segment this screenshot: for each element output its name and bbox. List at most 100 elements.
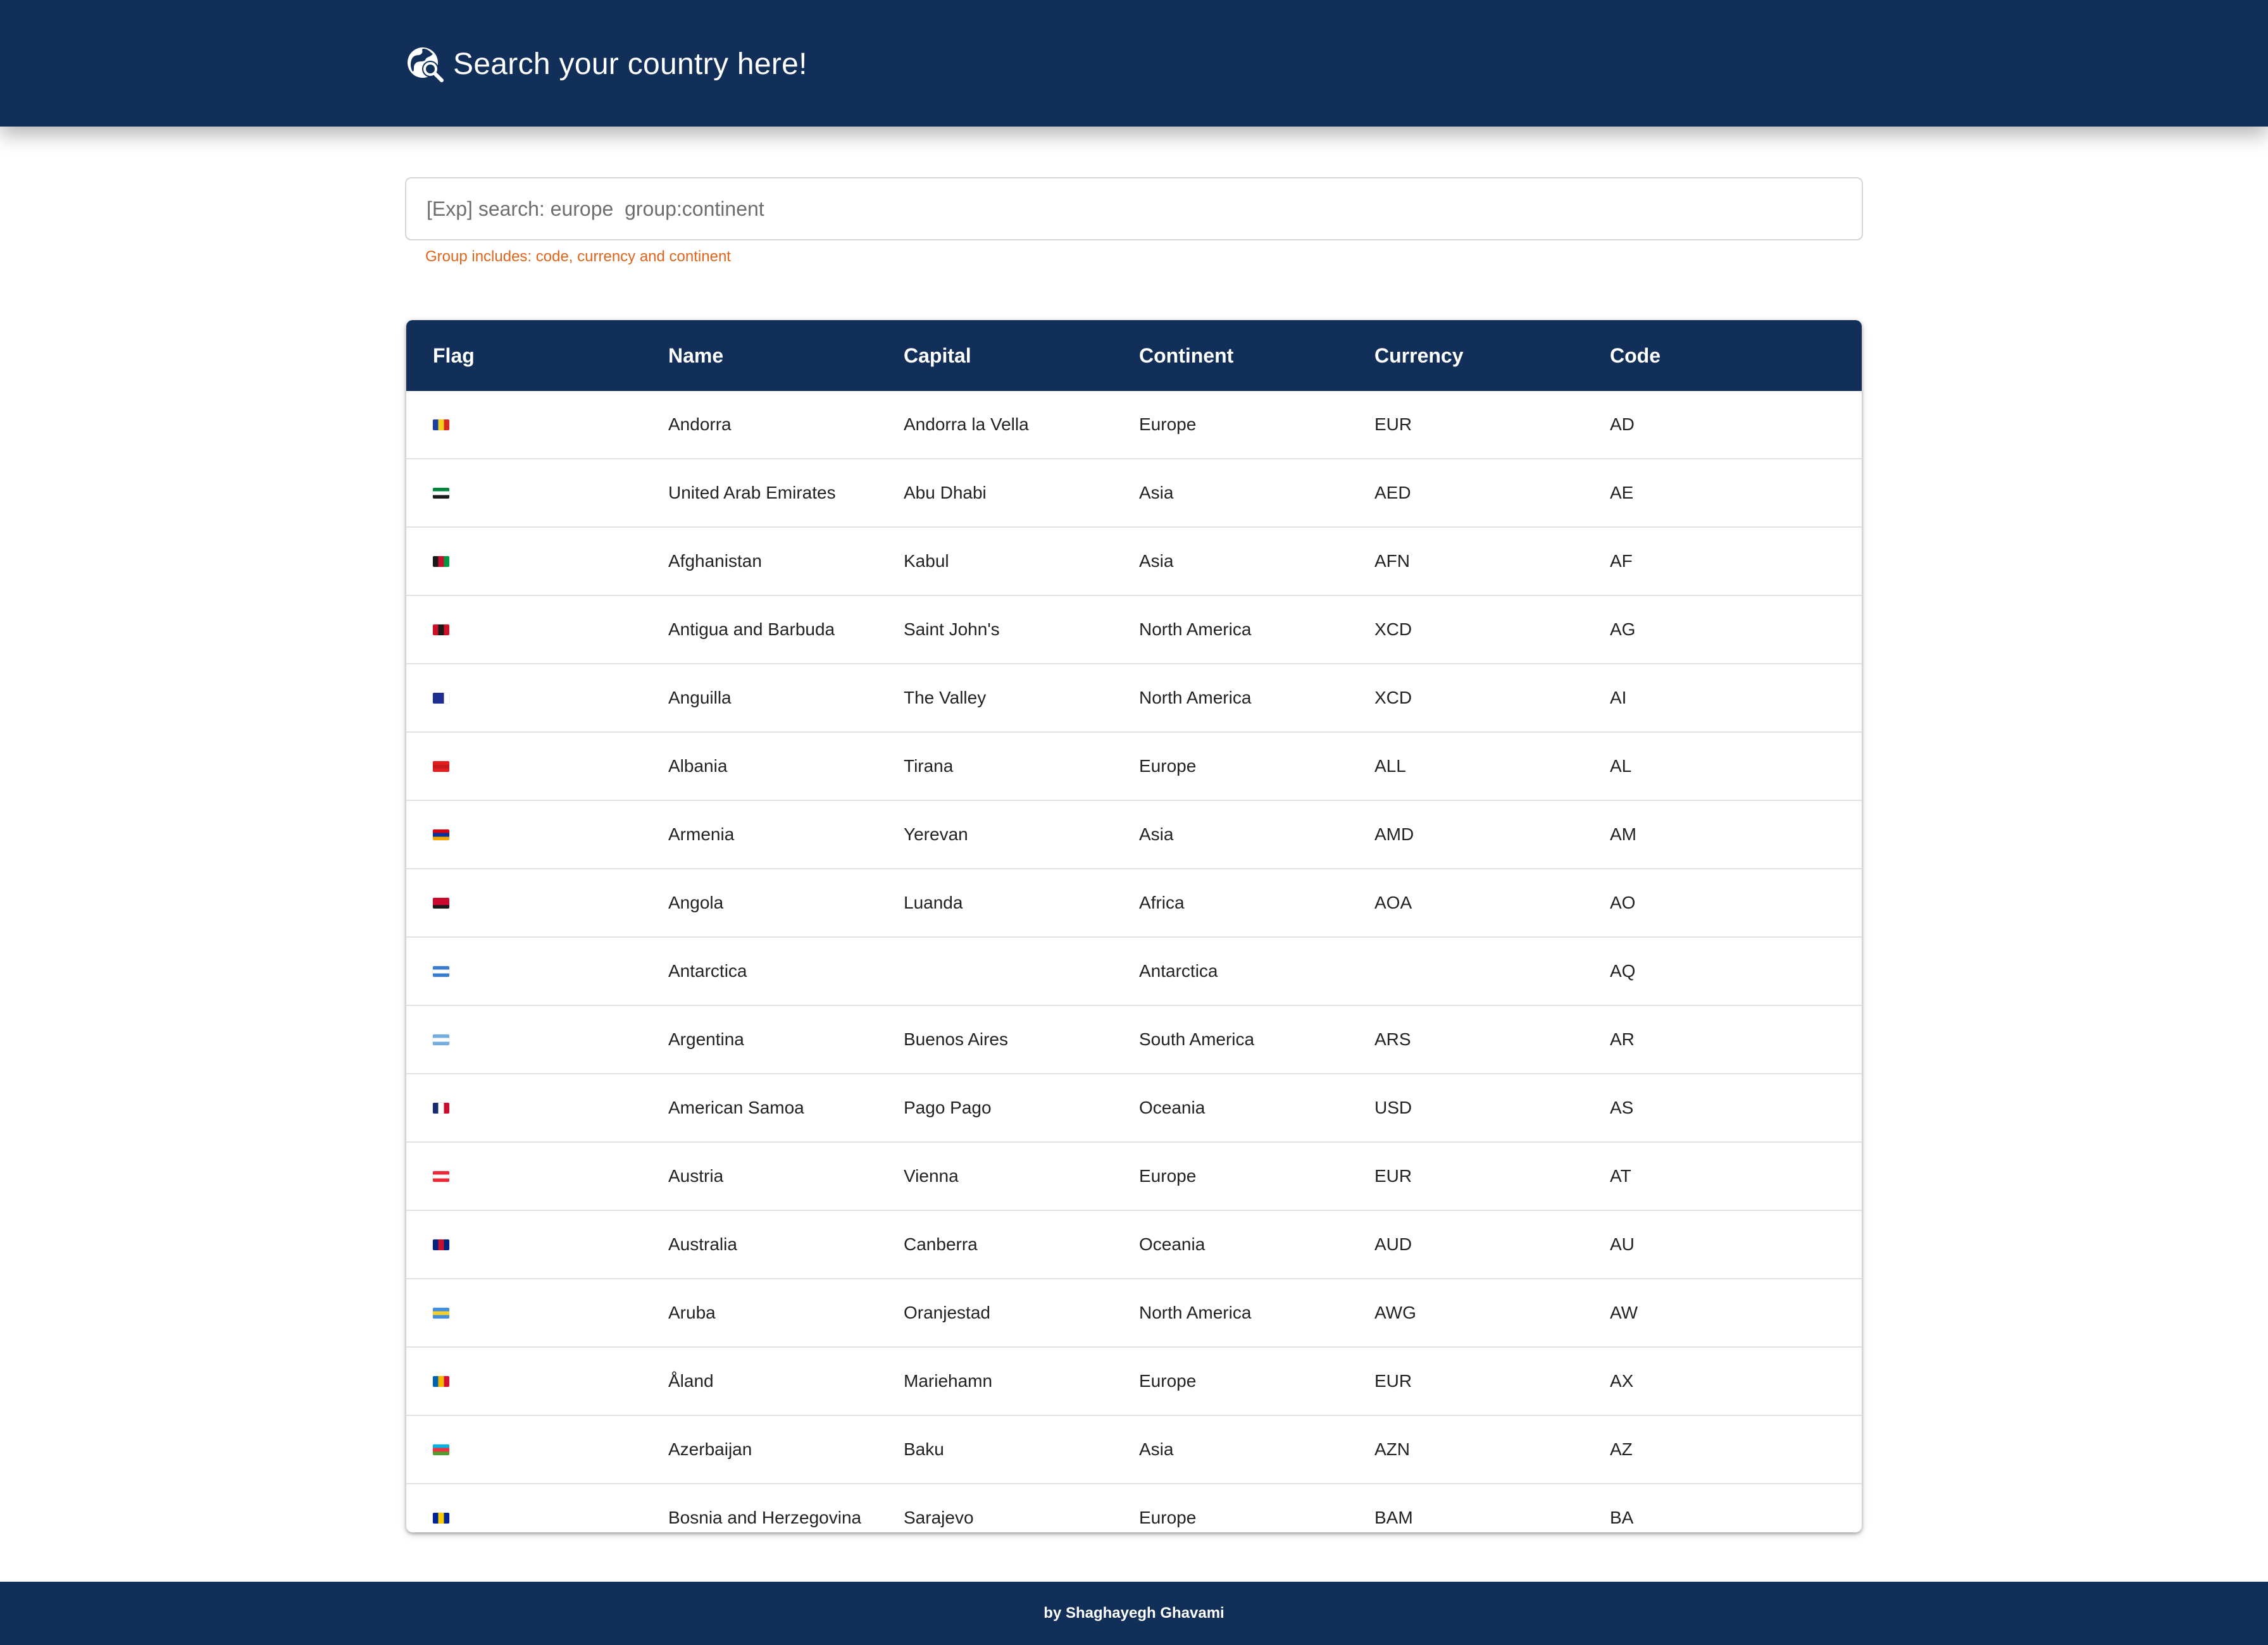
cell-name: Armenia	[668, 824, 735, 844]
table-row[interactable]: American Samoa Pago Pago Oceania USD AS	[406, 1074, 1862, 1143]
cell-capital: Buenos Aires	[904, 1029, 1008, 1049]
cell-code: AX	[1610, 1371, 1634, 1391]
cell-continent: South America	[1139, 1029, 1255, 1049]
cell-continent: Oceania	[1139, 1234, 1206, 1254]
flag-icon	[433, 1239, 449, 1250]
cell-currency: AZN	[1374, 1439, 1410, 1459]
cell-flag	[433, 528, 449, 595]
table-row[interactable]: Åland Mariehamn Europe EUR AX	[406, 1348, 1862, 1416]
flag-icon	[433, 419, 449, 430]
cell-flag	[433, 391, 449, 458]
flag-icon	[433, 760, 449, 772]
countries-table: Flag Name Capital Continent Currency Cod…	[406, 320, 1862, 1532]
cell-name: Andorra	[668, 414, 732, 434]
table-row[interactable]: Angola Luanda Africa AOA AO	[406, 869, 1862, 938]
cell-currency: EUR	[1374, 414, 1412, 434]
table-row[interactable]: Antarctica Antarctica AQ	[406, 938, 1862, 1006]
search-box	[405, 177, 1863, 240]
column-header-currency: Currency	[1374, 344, 1464, 367]
cell-capital: Abu Dhabi	[904, 483, 987, 502]
cell-continent: Europe	[1139, 414, 1197, 434]
cell-currency: AUD	[1374, 1234, 1412, 1254]
cell-currency: ARS	[1374, 1029, 1411, 1049]
cell-code: AZ	[1610, 1439, 1633, 1459]
cell-code: AS	[1610, 1098, 1634, 1117]
cell-continent: Europe	[1139, 756, 1197, 776]
cell-flag	[433, 869, 449, 936]
cell-code: AT	[1610, 1166, 1631, 1186]
cell-code: AR	[1610, 1029, 1635, 1049]
cell-capital: Mariehamn	[904, 1371, 993, 1391]
table-row[interactable]: Austria Vienna Europe EUR AT	[406, 1143, 1862, 1211]
cell-capital: Luanda	[904, 893, 963, 912]
page-title: Search your country here!	[453, 47, 807, 81]
footer-credit: by Shaghayegh Ghavami	[1044, 1605, 1224, 1622]
cell-code: AD	[1610, 414, 1635, 434]
flag-icon	[433, 965, 449, 977]
cell-currency: XCD	[1374, 688, 1412, 707]
top-bar: Search your country here!	[0, 0, 2268, 127]
flag-icon	[433, 1034, 449, 1045]
cell-continent: Africa	[1139, 893, 1185, 912]
globe-search-icon	[405, 44, 446, 84]
flag-icon	[433, 897, 449, 909]
table-row[interactable]: Australia Canberra Oceania AUD AU	[406, 1211, 1862, 1279]
cell-flag	[433, 938, 449, 1005]
flag-icon	[433, 692, 449, 704]
search-input[interactable]	[406, 178, 1862, 239]
cell-flag	[433, 1006, 449, 1073]
table-row[interactable]: Azerbaijan Baku Asia AZN AZ	[406, 1416, 1862, 1484]
cell-continent: Asia	[1139, 551, 1174, 571]
cell-name: Åland	[668, 1371, 714, 1391]
cell-continent: Asia	[1139, 824, 1174, 844]
flag-icon	[433, 487, 449, 499]
cell-continent: Asia	[1139, 483, 1174, 502]
cell-currency: AED	[1374, 483, 1411, 502]
cell-flag	[433, 459, 449, 526]
cell-continent: Antarctica	[1139, 961, 1218, 981]
cell-capital: Oranjestad	[904, 1303, 990, 1322]
table-row[interactable]: Albania Tirana Europe ALL AL	[406, 733, 1862, 801]
table-row[interactable]: Antigua and Barbuda Saint John's North Ame…	[406, 596, 1862, 664]
cell-code: AQ	[1610, 961, 1636, 981]
cell-name: Angola	[668, 893, 724, 912]
cell-name: Antigua and Barbuda	[668, 619, 835, 639]
cell-currency: BAM	[1374, 1508, 1413, 1527]
cell-code: BA	[1610, 1508, 1634, 1527]
cell-capital: Yerevan	[904, 824, 968, 844]
cell-currency: EUR	[1374, 1166, 1412, 1186]
cell-name: Azerbaijan	[668, 1439, 752, 1459]
cell-name: Albania	[668, 756, 728, 776]
cell-name: Afghanistan	[668, 551, 762, 571]
cell-name: Aruba	[668, 1303, 716, 1322]
cell-currency: USD	[1374, 1098, 1412, 1117]
table-row[interactable]: Anguilla The Valley North America XCD AI	[406, 664, 1862, 733]
cell-name: Bosnia and Herzegovina	[668, 1508, 862, 1527]
table-row[interactable]: United Arab Emirates Abu Dhabi Asia AED AE	[406, 459, 1862, 528]
cell-name: United Arab Emirates	[668, 483, 836, 502]
cell-flag	[433, 1484, 449, 1532]
cell-capital: Canberra	[904, 1234, 978, 1254]
table-row[interactable]: Aruba Oranjestad North America AWG AW	[406, 1279, 1862, 1348]
table-row[interactable]: Afghanistan Kabul Asia AFN AF	[406, 528, 1862, 596]
cell-continent: Asia	[1139, 1439, 1174, 1459]
cell-flag	[433, 1348, 449, 1415]
footer: by Shaghayegh Ghavami	[0, 1582, 2268, 1645]
flag-icon	[433, 1375, 449, 1387]
column-header-name: Name	[668, 344, 724, 367]
cell-name: Austria	[668, 1166, 724, 1186]
table-body[interactable]: Andorra Andorra la Vella Europe EUR AD United…	[406, 391, 1862, 1532]
table-row[interactable]: Andorra Andorra la Vella Europe EUR AD	[406, 391, 1862, 459]
cell-flag	[433, 733, 449, 800]
cell-name: American Samoa	[668, 1098, 804, 1117]
cell-continent: North America	[1139, 688, 1252, 707]
cell-capital: The Valley	[904, 688, 987, 707]
table-row[interactable]: Argentina Buenos Aires South America ARS AR	[406, 1006, 1862, 1074]
cell-code: AM	[1610, 824, 1636, 844]
flag-icon	[433, 1512, 449, 1524]
cell-capital: Tirana	[904, 756, 954, 776]
table-row[interactable]: Armenia Yerevan Asia AMD AM	[406, 801, 1862, 869]
table-row[interactable]: Bosnia and Herzegovina Sarajevo Europe BAM B…	[406, 1484, 1862, 1532]
flag-icon	[433, 1444, 449, 1455]
cell-flag	[433, 801, 449, 868]
